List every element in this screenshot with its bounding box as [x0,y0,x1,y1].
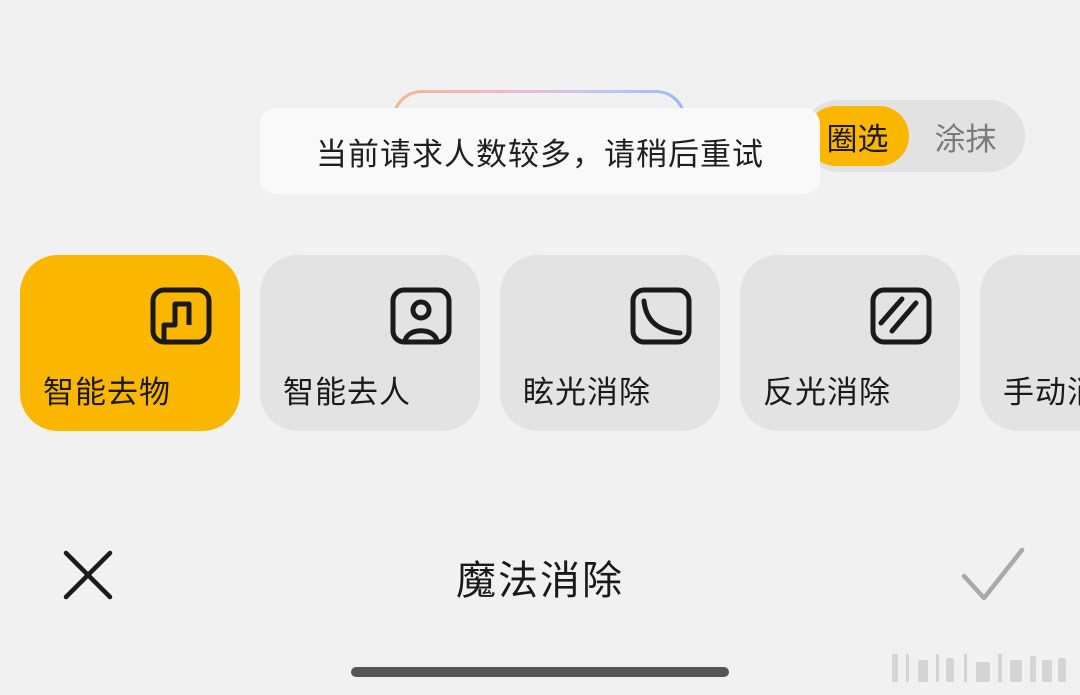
object-removal-icon [150,287,212,345]
tool-card-manual-removal[interactable]: 手动消 [980,255,1080,431]
tool-label: 智能去人 [283,375,411,411]
tool-card-person-removal[interactable]: 智能去人 [260,255,480,431]
person-removal-icon [390,287,452,345]
removal-tools-row: 智能去物 智能去人 眩光消除 反光消除 手动消 [0,255,1080,431]
watermark-logo [892,654,1066,682]
tool-label: 智能去物 [43,375,171,411]
bottom-action-bar: 魔法消除 [0,530,1080,620]
tool-label: 眩光消除 [523,375,651,411]
tool-card-object-removal[interactable]: 智能去物 [20,255,240,431]
tool-card-reflection-removal[interactable]: 反光消除 [740,255,960,431]
toast-message: 当前请求人数较多，请稍后重试 [316,136,764,173]
tool-label: 手动消 [1003,375,1080,411]
reflection-removal-icon [870,287,932,345]
selection-mode-toggle: 圈选 涂抹 [802,100,1025,172]
screen-title: 魔法消除 [456,558,624,604]
mode-lasso-option[interactable]: 圈选 [806,106,909,166]
glare-removal-icon [630,287,692,345]
busy-toast: 当前请求人数较多，请稍后重试 [260,108,820,194]
mode-brush-option[interactable]: 涂抹 [914,106,1017,166]
checkmark-icon[interactable] [958,544,1028,606]
home-indicator[interactable] [351,667,729,677]
tool-card-glare-removal[interactable]: 眩光消除 [500,255,720,431]
tool-label: 反光消除 [763,375,891,411]
